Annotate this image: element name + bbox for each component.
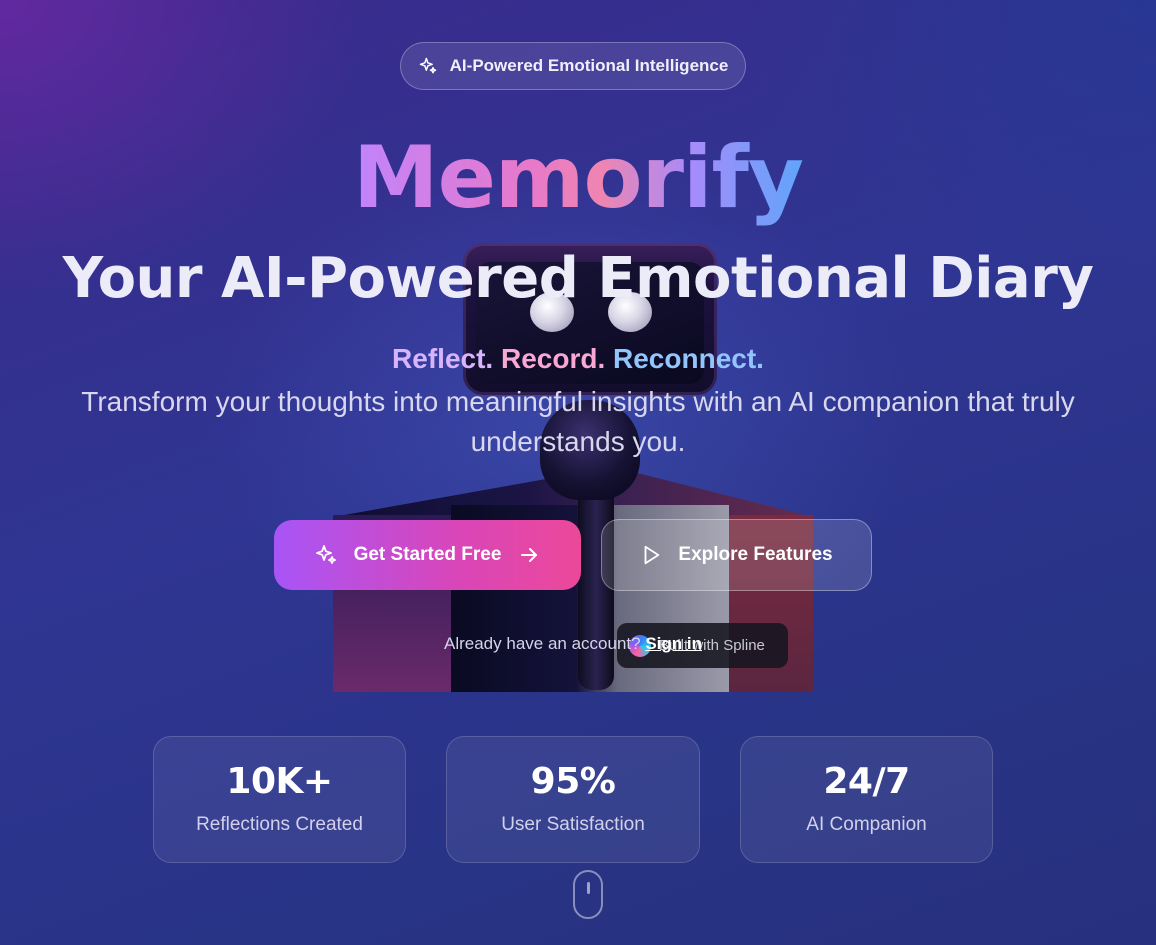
scroll-wheel-icon [587,882,590,894]
stat-value: 95% [530,761,616,802]
hero-description: Transform your thoughts into meaningful … [81,386,1075,457]
stat-card-companion: 24/7 AI Companion [740,736,993,863]
brand-title-text: Memorify [353,128,804,228]
arrow-right-icon [521,548,538,562]
explore-features-label: Explore Features [678,544,833,565]
get-started-button[interactable]: Get Started Free [274,520,581,590]
tagline-reflect: Reflect. [392,343,494,374]
brand-title: Memorify [0,128,1156,228]
stat-value: 24/7 [823,761,910,802]
feature-badge-label: AI-Powered Emotional Intelligence [449,56,729,75]
stat-card-reflections: 10K+ Reflections Created [153,736,406,863]
play-icon [644,545,660,565]
scroll-down-indicator[interactable] [573,870,603,919]
get-started-label: Get Started Free [353,544,502,565]
stat-label: AI Companion [806,814,927,835]
sign-in-link[interactable]: Sign in [645,634,702,653]
tagline-reconnect: Reconnect. [613,343,764,374]
stat-label: User Satisfaction [501,814,645,835]
stat-label: Reflections Created [196,814,363,835]
sign-in-prompt: Already have an account? Sign in [444,634,702,656]
sparkles-icon [419,57,436,74]
stat-value: 10K+ [226,761,333,802]
hero-headline: Your AI-Powered Emotional Diary [62,246,1094,311]
feature-badge: AI-Powered Emotional Intelligence [400,42,746,90]
stat-card-satisfaction: 95% User Satisfaction [446,736,700,863]
sparkles-icon [315,545,336,564]
explore-features-button[interactable]: Explore Features [601,519,872,591]
hero-tagline: Reflect. Record. Reconnect. [0,343,1156,375]
tagline-record: Record. [500,343,606,374]
sign-in-prompt-text: Already have an account? [444,634,641,653]
